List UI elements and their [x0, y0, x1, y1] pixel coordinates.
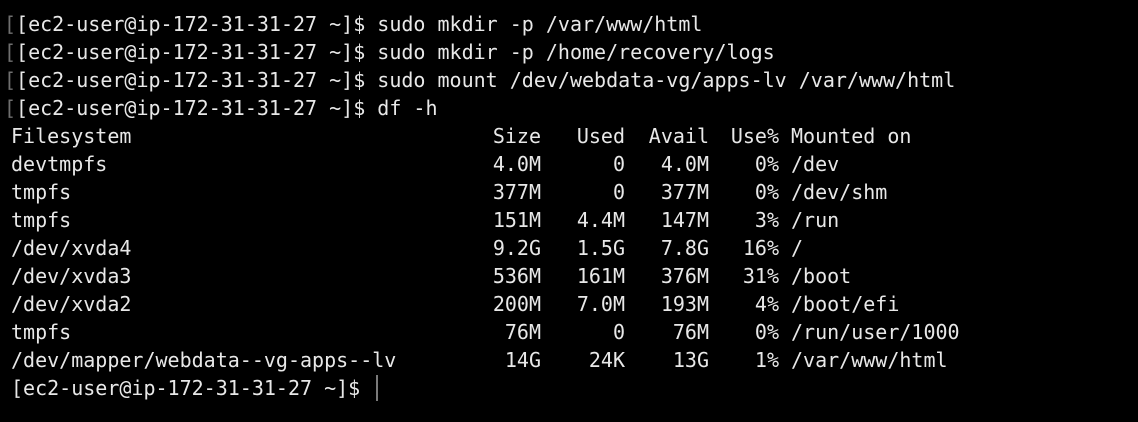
df-row: tmpfs 377M 0 377M 0% /dev/shm: [4, 178, 1138, 206]
df-use-pct: 0%: [754, 320, 779, 344]
terminal-window[interactable]: [[ec2-user@ip-172-31-31-27 ~]$ sudo mkdi…: [0, 0, 1138, 422]
df-used: 4.4M: [576, 208, 625, 232]
shell-prompt: [ec2-user@ip-172-31-31-27 ~]$: [11, 376, 361, 400]
df-size: 76M: [504, 320, 541, 344]
df-header-mounted-on: Mounted on: [791, 124, 912, 148]
df-filesystem: devtmpfs: [11, 152, 108, 176]
df-avail: 147M: [660, 208, 709, 232]
df-filesystem: tmpfs: [11, 180, 72, 204]
df-avail: 7.8G: [660, 236, 709, 260]
df-size: 200M: [492, 292, 541, 316]
df-size: 4.0M: [492, 152, 541, 176]
df-used: 0: [612, 152, 625, 176]
scrollback-marker: [: [4, 40, 17, 64]
df-avail: 193M: [660, 292, 709, 316]
df-mounted-on: /dev: [791, 152, 840, 176]
df-size: 9.2G: [492, 236, 541, 260]
df-avail: 76M: [672, 320, 709, 344]
df-used: 1.5G: [576, 236, 625, 260]
df-header-row: Filesystem Size Used Avail Use% Mounted on: [4, 122, 1138, 150]
df-mounted-on: /boot/efi: [791, 292, 900, 316]
shell-prompt: [ec2-user@ip-172-31-31-27 ~]$: [16, 12, 366, 36]
df-filesystem: /dev/xvda2: [11, 292, 132, 316]
df-use-pct: 31%: [742, 264, 779, 288]
df-used: 24K: [588, 348, 625, 372]
df-avail: 13G: [672, 348, 709, 372]
df-size: 536M: [492, 264, 541, 288]
df-mounted-on: /var/www/html: [791, 348, 948, 372]
df-use-pct: 1%: [754, 348, 779, 372]
df-used: 0: [612, 320, 625, 344]
command-text: sudo mkdir -p /home/recovery/logs: [377, 40, 775, 64]
command-line: [[ec2-user@ip-172-31-31-27 ~]$ sudo mkdi…: [4, 38, 1138, 66]
df-mounted-on: /: [791, 236, 804, 260]
df-used: 161M: [576, 264, 625, 288]
df-used: 7.0M: [576, 292, 625, 316]
df-row: /dev/xvda2 200M 7.0M 193M 4% /boot/efi: [4, 290, 1138, 318]
command-line: [[ec2-user@ip-172-31-31-27 ~]$ sudo mkdi…: [4, 10, 1138, 38]
df-filesystem: /dev/xvda4: [11, 236, 132, 260]
command-text: df -h: [377, 96, 438, 120]
df-header-filesystem: Filesystem: [11, 124, 132, 148]
df-filesystem: /dev/xvda3: [11, 264, 132, 288]
df-avail: 376M: [660, 264, 709, 288]
df-use-pct: 4%: [754, 292, 779, 316]
scrollback-marker: [: [4, 12, 17, 36]
df-avail: 4.0M: [660, 152, 709, 176]
df-header-use-pct: Use%: [730, 124, 779, 148]
df-header-used: Used: [576, 124, 625, 148]
text-cursor: [376, 375, 379, 401]
shell-prompt: [ec2-user@ip-172-31-31-27 ~]$: [16, 40, 366, 64]
current-prompt-line[interactable]: [ec2-user@ip-172-31-31-27 ~]$: [4, 374, 1138, 402]
scrollback-marker: [: [4, 96, 17, 120]
df-mounted-on: /run/user/1000: [791, 320, 960, 344]
df-header-avail: Avail: [648, 124, 709, 148]
df-avail: 377M: [660, 180, 709, 204]
df-row: /dev/mapper/webdata--vg-apps--lv 14G 24K 13…: [4, 346, 1138, 374]
df-row: devtmpfs 4.0M 0 4.0M 0% /dev: [4, 150, 1138, 178]
df-use-pct: 0%: [754, 152, 779, 176]
df-size: 14G: [504, 348, 541, 372]
df-filesystem: tmpfs: [11, 320, 72, 344]
shell-prompt: [ec2-user@ip-172-31-31-27 ~]$: [16, 68, 366, 92]
df-filesystem: /dev/mapper/webdata--vg-apps--lv: [11, 348, 397, 372]
command-line: [[ec2-user@ip-172-31-31-27 ~]$ df -h: [4, 94, 1138, 122]
df-use-pct: 0%: [754, 180, 779, 204]
scrollback-marker: [: [4, 68, 17, 92]
df-filesystem: tmpfs: [11, 208, 72, 232]
df-size: 151M: [492, 208, 541, 232]
df-size: 377M: [492, 180, 541, 204]
df-use-pct: 3%: [754, 208, 779, 232]
df-header-size: Size: [492, 124, 541, 148]
df-used: 0: [612, 180, 625, 204]
command-line: [[ec2-user@ip-172-31-31-27 ~]$ sudo moun…: [4, 66, 1138, 94]
df-row: /dev/xvda4 9.2G 1.5G 7.8G 16% /: [4, 234, 1138, 262]
df-mounted-on: /run: [791, 208, 840, 232]
df-mounted-on: /boot: [791, 264, 852, 288]
command-text: sudo mount /dev/webdata-vg/apps-lv /var/…: [377, 68, 956, 92]
command-text: sudo mkdir -p /var/www/html: [377, 12, 703, 36]
df-row: tmpfs 76M 0 76M 0% /run/user/1000: [4, 318, 1138, 346]
shell-prompt: [ec2-user@ip-172-31-31-27 ~]$: [16, 96, 366, 120]
df-row: /dev/xvda3 536M 161M 376M 31% /boot: [4, 262, 1138, 290]
df-row: tmpfs 151M 4.4M 147M 3% /run: [4, 206, 1138, 234]
df-use-pct: 16%: [742, 236, 779, 260]
df-mounted-on: /dev/shm: [791, 180, 888, 204]
